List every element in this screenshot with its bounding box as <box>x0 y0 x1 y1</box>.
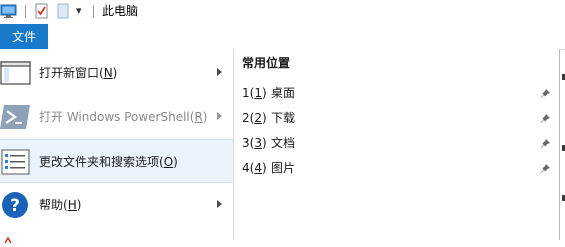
frequent-place-item[interactable]: 4(4) 图片 <box>234 156 560 181</box>
menu-item-folder-options[interactable]: 更改文件夹和搜索选项(O) <box>0 139 233 183</box>
powershell-icon <box>0 101 32 133</box>
properties-icon[interactable] <box>34 3 50 19</box>
menu-item-help[interactable]: ? 帮助(H) <box>0 183 233 227</box>
close-icon[interactable] <box>4 233 12 244</box>
frequent-places-pane: 常用位置 1(1) 桌面 2(2) 下载 3(3) 文档 4(4) 图片 <box>234 49 560 240</box>
place-number: 2(2) <box>242 111 267 125</box>
file-menu-commands: 打开新窗口(N) 打开 Windows PowerShell(R) 更改文件夹和… <box>0 49 233 244</box>
window-title: 此电脑 <box>102 4 139 18</box>
place-name: 文档 <box>271 136 296 150</box>
submenu-arrow-icon <box>217 200 222 208</box>
folder-options-icon <box>0 146 32 178</box>
file-tab[interactable]: 文件 <box>0 24 48 50</box>
place-number: 4(4) <box>242 161 267 175</box>
menu-item-open-powershell[interactable]: 打开 Windows PowerShell(R) <box>0 95 233 139</box>
place-number: 1(1) <box>242 86 267 100</box>
qat-separator <box>25 5 26 18</box>
pin-icon[interactable] <box>539 163 551 175</box>
help-icon: ? <box>0 189 32 221</box>
computer-icon[interactable] <box>0 3 18 19</box>
title-separator <box>93 5 94 18</box>
menu-item-label: 更改文件夹和搜索选项(O) <box>39 155 178 169</box>
menu-item-label: 帮助(H) <box>39 198 82 212</box>
file-menu: 打开新窗口(N) 打开 Windows PowerShell(R) 更改文件夹和… <box>0 49 560 244</box>
new-window-icon <box>0 57 32 89</box>
new-folder-icon[interactable] <box>56 3 70 19</box>
submenu-arrow-icon <box>217 68 222 76</box>
frequent-place-item[interactable]: 1(1) 桌面 <box>234 81 560 106</box>
pin-icon[interactable] <box>539 138 551 150</box>
place-name: 下载 <box>271 111 296 125</box>
customize-qat-dropdown[interactable]: ▾ <box>76 4 88 20</box>
place-name: 桌面 <box>271 86 296 100</box>
place-name: 图片 <box>271 161 296 175</box>
menu-item-open-new-window[interactable]: 打开新窗口(N) <box>0 51 233 95</box>
svg-text:?: ? <box>10 196 20 216</box>
pin-icon[interactable] <box>539 88 551 100</box>
submenu-arrow-icon <box>217 112 222 120</box>
place-number: 3(3) <box>242 136 267 150</box>
pin-icon[interactable] <box>539 113 551 125</box>
ribbon-bar: 文件 <box>0 24 565 50</box>
title-bar: ▾ 此电脑 <box>0 0 565 24</box>
menu-item-label: 打开 Windows PowerShell(R) <box>39 110 208 124</box>
frequent-places-heading: 常用位置 <box>242 56 291 70</box>
frequent-place-item[interactable]: 2(2) 下载 <box>234 106 560 131</box>
menu-item-label: 打开新窗口(N) <box>39 66 118 80</box>
frequent-place-item[interactable]: 3(3) 文档 <box>234 131 560 156</box>
